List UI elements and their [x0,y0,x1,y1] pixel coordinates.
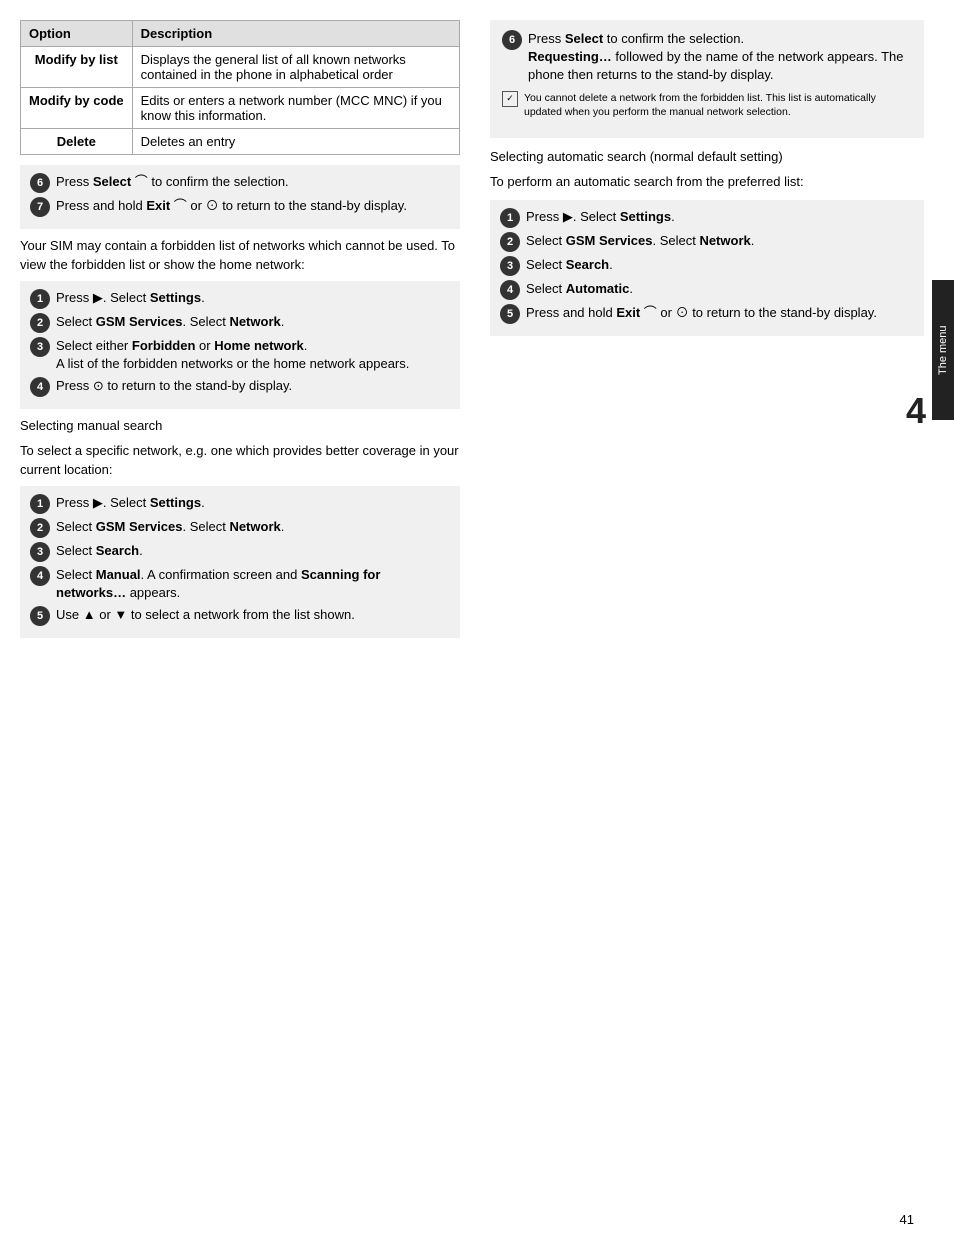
table-row: Modify by list Displays the general list… [21,47,460,88]
step-6-block: 6 Press Select ⌒ to confirm the selectio… [30,173,450,193]
shaded-auto-steps: 1 Press ▶. Select Settings. 2 Select GSM… [490,200,924,336]
auto-step-2-num: 2 [500,232,520,252]
right-note-block: ✓ You cannot delete a network from the f… [502,91,912,120]
main-content: Option Description Modify by list Displa… [20,20,924,1220]
auto-step-3: 3 Select Search. [500,256,914,276]
shaded-steps-6-7: 6 Press Select ⌒ to confirm the selectio… [20,165,460,229]
manual-step-5: 5 Use ▲ or ▼ to select a network from th… [30,606,450,626]
table-row: Modify by code Edits or enters a network… [21,88,460,129]
auto-step-4-text: Select Automatic. [526,280,914,298]
step-7-text: Press and hold Exit ⌒ or ⊙ to return to … [56,197,450,215]
forbidden-step-3: 3 Select either Forbidden or Home networ… [30,337,450,373]
step-6-num: 6 [30,173,50,193]
desc-delete: Deletes an entry [132,129,459,155]
right-step-6-text: Press Select to confirm the selection. R… [528,30,912,85]
manual-step-3: 3 Select Search. [30,542,450,562]
auto-step-4: 4 Select Automatic. [500,280,914,300]
forbidden-step-3-text: Select either Forbidden or Home network.… [56,337,450,373]
manual-step-1-text: Press ▶. Select Settings. [56,494,450,512]
manual-search-heading: Selecting manual search [20,417,460,436]
auto-search-heading: Selecting automatic search (normal defau… [490,148,924,167]
step-7-block: 7 Press and hold Exit ⌒ or ⊙ to return t… [30,197,450,217]
manual-step-3-text: Select Search. [56,542,450,560]
manual-step-5-text: Use ▲ or ▼ to select a network from the … [56,606,450,624]
chapter-number: 4 [906,390,926,432]
forbidden-step-1-text: Press ▶. Select Settings. [56,289,450,307]
auto-step-5-text: Press and hold Exit ⌒ or ⊙ to return to … [526,304,914,322]
option-modify-by-list: Modify by list [21,47,133,88]
auto-step-1: 1 Press ▶. Select Settings. [500,208,914,228]
auto-step-5: 5 Press and hold Exit ⌒ or ⊙ to return t… [500,304,914,324]
manual-step-4-num: 4 [30,566,50,586]
col-header-description: Description [132,21,459,47]
auto-search-intro: To perform an automatic search from the … [490,173,924,192]
right-note-text: You cannot delete a network from the for… [524,91,912,120]
manual-step-5-num: 5 [30,606,50,626]
auto-step-3-num: 3 [500,256,520,276]
page-number: 41 [900,1212,914,1227]
auto-step-4-num: 4 [500,280,520,300]
right-step-6: 6 Press Select to confirm the selection.… [502,30,912,85]
auto-step-1-num: 1 [500,208,520,228]
forbidden-step-4-num: 4 [30,377,50,397]
desc-modify-by-list: Displays the general list of all known n… [132,47,459,88]
right-shaded-step6: 6 Press Select to confirm the selection.… [490,20,924,138]
auto-step-2-text: Select GSM Services. Select Network. [526,232,914,250]
left-column: Option Description Modify by list Displa… [20,20,460,1220]
right-step-6-num: 6 [502,30,522,50]
options-table: Option Description Modify by list Displa… [20,20,460,155]
page-layout: Option Description Modify by list Displa… [20,20,924,1220]
forbidden-step-4-text: Press ⊙ to return to the stand-by displa… [56,377,450,395]
option-delete: Delete [21,129,133,155]
desc-modify-by-code: Edits or enters a network number (MCC MN… [132,88,459,129]
forbidden-step-4: 4 Press ⊙ to return to the stand-by disp… [30,377,450,397]
manual-step-4-text: Select Manual. A confirmation screen and… [56,566,450,602]
auto-step-2: 2 Select GSM Services. Select Network. [500,232,914,252]
auto-step-5-num: 5 [500,304,520,324]
shaded-manual-steps: 1 Press ▶. Select Settings. 2 Select GSM… [20,486,460,638]
forbidden-intro: Your SIM may contain a forbidden list of… [20,237,460,275]
shaded-forbidden-steps: 1 Press ▶. Select Settings. 2 Select GSM… [20,281,460,409]
table-row: Delete Deletes an entry [21,129,460,155]
forbidden-step-3-num: 3 [30,337,50,357]
manual-step-2-num: 2 [30,518,50,538]
auto-step-1-text: Press ▶. Select Settings. [526,208,914,226]
forbidden-step-1-num: 1 [30,289,50,309]
manual-step-1: 1 Press ▶. Select Settings. [30,494,450,514]
forbidden-step-2-num: 2 [30,313,50,333]
forbidden-step-2: 2 Select GSM Services. Select Network. [30,313,450,333]
manual-step-3-num: 3 [30,542,50,562]
step-6-text: Press Select ⌒ to confirm the selection. [56,173,450,191]
forbidden-step-2-text: Select GSM Services. Select Network. [56,313,450,331]
auto-step-3-text: Select Search. [526,256,914,274]
the-menu-tab: The menu [932,280,954,420]
manual-step-1-num: 1 [30,494,50,514]
step-7-num: 7 [30,197,50,217]
forbidden-step-1: 1 Press ▶. Select Settings. [30,289,450,309]
manual-step-2: 2 Select GSM Services. Select Network. [30,518,450,538]
option-modify-by-code: Modify by code [21,88,133,129]
right-column: 6 Press Select to confirm the selection.… [480,20,924,1220]
manual-step-2-text: Select GSM Services. Select Network. [56,518,450,536]
col-header-option: Option [21,21,133,47]
manual-step-4: 4 Select Manual. A confirmation screen a… [30,566,450,602]
manual-search-intro: To select a specific network, e.g. one w… [20,442,460,480]
checkmark-icon: ✓ [502,91,518,107]
